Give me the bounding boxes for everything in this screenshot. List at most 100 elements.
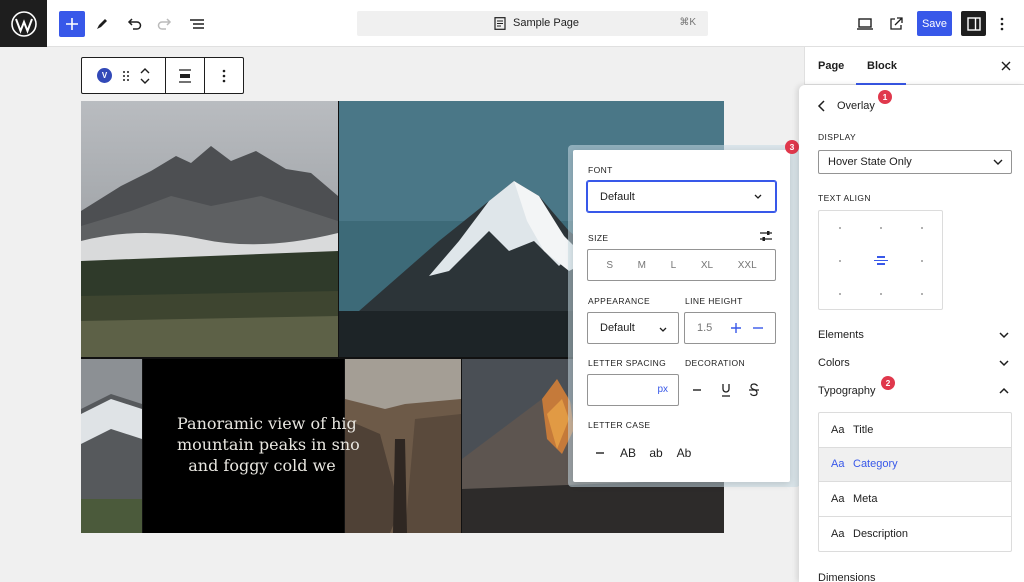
undo-button[interactable] (121, 11, 147, 37)
line-height-value[interactable]: 1.5 (697, 322, 712, 334)
document-bar[interactable]: Sample Page ⌘K (357, 11, 708, 36)
align-center-left[interactable] (839, 260, 841, 262)
font-select-value: Default (600, 190, 635, 203)
appearance-value: Default (600, 322, 635, 334)
size-option-s[interactable]: S (606, 260, 613, 271)
view-page-button[interactable] (883, 11, 909, 37)
chevron-down-icon (659, 327, 667, 332)
plus-icon[interactable] (730, 322, 742, 334)
size-option-xxl[interactable]: XXL (738, 260, 757, 271)
external-link-icon (890, 17, 903, 30)
align-bottom-center[interactable] (880, 293, 882, 295)
letter-case-lowercase-button[interactable]: ab (646, 443, 666, 463)
letter-spacing-unit[interactable]: px (657, 384, 668, 395)
letter-spacing-label: LETTER SPACING (588, 358, 667, 368)
letter-spacing-input[interactable]: px (587, 374, 679, 406)
custom-size-icon[interactable] (759, 230, 773, 242)
section-typography-label: Typography (818, 385, 876, 397)
size-label: SIZE (588, 233, 609, 243)
section-dimensions[interactable]: Dimensions (818, 572, 1012, 582)
line-height-control[interactable]: 1.5 (684, 312, 776, 344)
section-colors-label: Colors (818, 357, 850, 369)
size-option-m[interactable]: M (638, 260, 646, 271)
chevron-down-icon (993, 159, 1003, 165)
decoration-strikethrough-button[interactable] (744, 380, 764, 400)
typography-item-title[interactable]: Aa Title (819, 413, 1011, 448)
typography-item-label: Description (853, 527, 909, 540)
text-align-matrix[interactable] (818, 210, 943, 310)
align-button[interactable] (166, 58, 205, 93)
preview-button[interactable] (852, 11, 878, 37)
mountain-photo (81, 359, 142, 533)
align-top-center[interactable] (880, 227, 882, 229)
appearance-select[interactable]: Default (587, 312, 679, 344)
align-top-left[interactable] (839, 227, 841, 229)
size-option-xl[interactable]: XL (701, 260, 713, 271)
underline-icon (722, 384, 730, 397)
caption-line: and foggy cold we (188, 456, 336, 475)
wordpress-icon (10, 10, 37, 37)
minus-icon (693, 389, 701, 391)
typography-elements-list: Aa Title Aa Category Aa Meta Aa Descript… (818, 412, 1012, 552)
decoration-underline-button[interactable] (716, 380, 736, 400)
more-vertical-icon (222, 69, 226, 82)
strikethrough-icon (749, 383, 759, 397)
mountain-photo (81, 101, 338, 357)
font-select[interactable]: Default (587, 181, 776, 212)
align-bottom-left[interactable] (839, 293, 841, 295)
decoration-none-button[interactable] (687, 380, 707, 400)
step-marker-1: 1 (878, 90, 892, 104)
pencil-icon (97, 19, 107, 29)
block-type-badge[interactable]: V (97, 68, 112, 83)
size-option-l[interactable]: L (671, 260, 677, 271)
typography-item-label: Title (853, 423, 874, 436)
display-select[interactable]: Hover State Only (818, 150, 1012, 174)
section-elements[interactable]: Elements (818, 329, 1012, 341)
block-switcher[interactable]: V (82, 58, 166, 93)
letter-case-label: LETTER CASE (588, 420, 651, 430)
section-typography[interactable]: Typography (818, 385, 1012, 397)
settings-sidebar: Page Block Overlay 1 DISPLAY Hover State… (799, 47, 1024, 582)
drag-handle-icon[interactable] (122, 70, 130, 82)
wordpress-logo[interactable] (0, 0, 47, 47)
options-button[interactable] (989, 11, 1015, 37)
letter-case-none-button[interactable] (590, 443, 610, 463)
page-icon (494, 17, 506, 30)
sidebar-icon (966, 16, 981, 31)
block-options-button[interactable] (205, 58, 243, 93)
redo-button[interactable] (152, 11, 178, 37)
step-marker-2: 2 (881, 376, 895, 390)
align-center-right[interactable] (921, 260, 923, 262)
close-icon[interactable] (1001, 61, 1011, 71)
letter-case-uppercase-button[interactable]: AB (618, 443, 638, 463)
tab-page[interactable]: Page (818, 60, 844, 72)
typography-item-meta[interactable]: Aa Meta (819, 482, 1011, 517)
undo-icon (127, 18, 142, 30)
overlay-caption: Panoramic view of hig mountain peaks in … (177, 413, 360, 476)
add-block-button[interactable] (59, 11, 85, 37)
align-center-center-active[interactable] (874, 254, 888, 267)
font-size-picker: S M L XL XXL (587, 249, 776, 281)
align-top-right[interactable] (921, 227, 923, 229)
tools-button[interactable] (89, 11, 115, 37)
letter-case-capitalize-button[interactable]: Ab (674, 443, 694, 463)
aa-icon: Aa (831, 423, 845, 436)
settings-toggle-button[interactable] (961, 11, 986, 36)
align-bottom-right[interactable] (921, 293, 923, 295)
redo-icon (157, 18, 172, 30)
minus-icon[interactable] (752, 322, 764, 334)
tab-block[interactable]: Block (867, 60, 897, 72)
sidebar-tabs: Page Block (805, 47, 1024, 85)
aa-icon: Aa (831, 458, 845, 471)
document-overview-button[interactable] (184, 11, 210, 37)
section-colors[interactable]: Colors (818, 357, 1012, 369)
move-up-down-icon[interactable] (140, 67, 150, 85)
gallery-image-canyon[interactable] (345, 359, 461, 533)
chevron-left-icon[interactable] (817, 100, 827, 112)
typography-item-label: Category (853, 458, 898, 471)
typography-item-category[interactable]: Aa Category (819, 447, 1011, 482)
gallery-image-fog-mountains[interactable] (81, 101, 338, 357)
typography-item-description[interactable]: Aa Description (819, 517, 1011, 552)
gallery-image-alpine-slope[interactable] (81, 359, 142, 533)
save-button[interactable]: Save (917, 11, 952, 36)
